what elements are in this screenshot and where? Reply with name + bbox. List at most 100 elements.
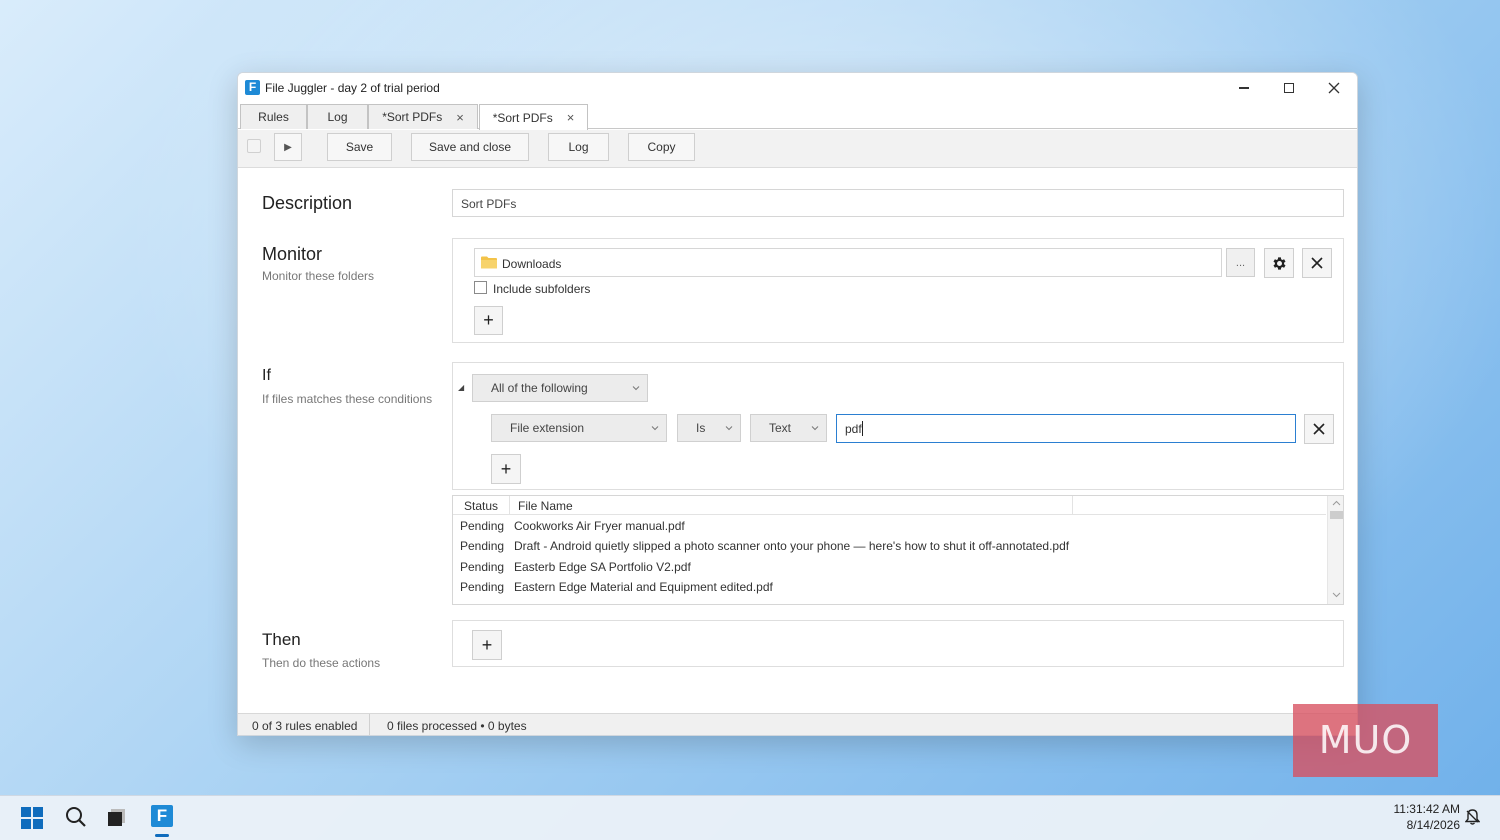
add-action-button[interactable]: + xyxy=(472,630,502,660)
clock-time: 11:31:42 AM xyxy=(1393,802,1461,816)
collapse-triangle-icon[interactable]: ◢ xyxy=(458,383,464,392)
tab-rules[interactable]: Rules xyxy=(240,104,307,129)
clock-date: 8/14/2026 xyxy=(1406,818,1460,832)
file-list-row[interactable]: Pending Easterb Edge SA Portfolio V2.pdf xyxy=(453,557,1326,577)
remove-folder-button[interactable] xyxy=(1302,248,1332,278)
file-name: Eastern Edge Material and Equipment edit… xyxy=(514,580,773,594)
save-button[interactable]: Save xyxy=(327,133,392,161)
file-list-row[interactable]: Pending Draft - Android quietly slipped … xyxy=(453,536,1326,556)
taskbar: F 11:31:42 AM 8/14/2026 xyxy=(0,795,1500,840)
watermark-text: MUO xyxy=(1318,718,1413,762)
description-title: Description xyxy=(262,193,353,213)
status-bar: 0 of 3 rules enabled 0 files processed •… xyxy=(238,713,1357,735)
condition-operator-value: Is xyxy=(696,421,706,435)
chevron-down-icon xyxy=(651,426,659,431)
column-header-file-name[interactable]: File Name xyxy=(518,499,573,513)
file-status: Pending xyxy=(460,560,505,574)
tab-bar: Rules Log *Sort PDFs × *Sort PDFs × xyxy=(238,103,1357,154)
close-window-button[interactable] xyxy=(1314,77,1354,99)
browse-label: ... xyxy=(1235,256,1246,269)
tab-sort-pdfs-2[interactable]: *Sort PDFs × xyxy=(479,104,588,130)
include-subfolders-checkbox[interactable] xyxy=(474,281,487,294)
file-name: Cookworks Air Fryer manual.pdf xyxy=(514,519,685,533)
tab-log[interactable]: Log xyxy=(307,104,368,129)
save-and-close-button[interactable]: Save and close xyxy=(411,133,529,161)
windows-start-icon[interactable] xyxy=(21,807,43,829)
if-subtitle: If files matches these conditions xyxy=(262,392,433,406)
plus-icon: + xyxy=(500,458,512,479)
toolbar: ▶ Save Save and close Log Copy xyxy=(238,130,1357,168)
condition-value: pdf xyxy=(845,422,862,436)
browse-folder-button[interactable]: ... xyxy=(1226,248,1255,277)
close-icon xyxy=(1313,423,1325,435)
monitor-folder-field[interactable]: Downloads xyxy=(474,248,1222,277)
status-divider xyxy=(369,714,370,735)
monitor-title: Monitor xyxy=(262,244,323,264)
task-view-icon[interactable] xyxy=(108,808,126,826)
condition-type-dropdown[interactable]: Text xyxy=(750,414,827,442)
tab-close-icon[interactable]: × xyxy=(567,110,575,125)
scroll-down-icon[interactable] xyxy=(1332,592,1341,598)
active-app-indicator xyxy=(155,834,169,837)
file-list-header: Status File Name xyxy=(453,496,1326,515)
condition-group-value: All of the following xyxy=(491,381,588,395)
close-icon xyxy=(1328,82,1340,94)
minimize-icon xyxy=(1239,87,1249,89)
notification-bell-icon[interactable] xyxy=(1465,809,1480,825)
scroll-up-icon[interactable] xyxy=(1332,500,1341,506)
clock[interactable]: 11:31:42 AM 8/14/2026 xyxy=(1380,801,1461,833)
maximize-button[interactable] xyxy=(1269,77,1309,99)
file-juggler-window: F File Juggler - day 2 of trial period R… xyxy=(237,72,1358,736)
maximize-icon xyxy=(1284,83,1294,93)
condition-field-value: File extension xyxy=(510,421,585,435)
files-processed-status: 0 files processed • 0 bytes xyxy=(387,719,527,733)
scrollbar-thumb[interactable] xyxy=(1330,511,1343,519)
file-list-row[interactable]: Pending Eastern Edge Material and Equipm… xyxy=(453,577,1326,597)
condition-group-dropdown[interactable]: All of the following xyxy=(472,374,648,402)
play-icon: ▶ xyxy=(284,141,292,153)
chevron-down-icon xyxy=(725,426,733,431)
condition-operator-dropdown[interactable]: Is xyxy=(677,414,741,442)
muo-watermark: MUO xyxy=(1293,704,1438,777)
search-icon[interactable] xyxy=(65,806,87,828)
file-status: Pending xyxy=(460,539,505,553)
condition-value-input[interactable]: pdf xyxy=(836,414,1296,443)
then-title: Then xyxy=(262,630,301,649)
column-divider xyxy=(1072,496,1073,515)
chevron-down-icon xyxy=(632,386,640,391)
close-icon xyxy=(1311,257,1323,269)
add-condition-button[interactable]: + xyxy=(491,454,521,484)
column-header-status[interactable]: Status xyxy=(464,499,498,513)
gear-icon xyxy=(1272,256,1286,270)
minimize-button[interactable] xyxy=(1224,77,1264,99)
window-title: File Juggler - day 2 of trial period xyxy=(265,81,440,95)
description-value: Sort PDFs xyxy=(461,197,517,211)
file-juggler-taskbar-icon[interactable]: F xyxy=(151,805,173,827)
run-button[interactable]: ▶ xyxy=(274,133,302,161)
file-status: Pending xyxy=(460,519,505,533)
column-divider xyxy=(509,496,510,515)
remove-condition-button[interactable] xyxy=(1304,414,1334,444)
monitor-subtitle: Monitor these folders xyxy=(262,269,375,283)
if-title: If xyxy=(262,367,271,384)
monitor-folder-name: Downloads xyxy=(502,257,562,271)
file-list-row[interactable]: Pending Cookworks Air Fryer manual.pdf xyxy=(453,516,1326,536)
copy-button[interactable]: Copy xyxy=(628,133,695,161)
add-folder-button[interactable]: + xyxy=(474,306,503,335)
condition-field-dropdown[interactable]: File extension xyxy=(491,414,667,442)
tab-label: *Sort PDFs xyxy=(382,110,443,124)
tab-label: Rules xyxy=(258,110,289,124)
tab-sort-pdfs-1[interactable]: *Sort PDFs × xyxy=(368,104,478,129)
stop-button[interactable] xyxy=(247,139,261,153)
monitor-panel: Downloads ... Include subfolders + xyxy=(452,238,1344,343)
tab-label: *Sort PDFs xyxy=(492,110,553,125)
description-input[interactable]: Sort PDFs xyxy=(452,189,1344,217)
actions-panel: + xyxy=(452,620,1344,667)
folder-settings-button[interactable] xyxy=(1264,248,1294,278)
folder-icon xyxy=(481,256,497,269)
title-bar: F File Juggler - day 2 of trial period xyxy=(238,73,1357,103)
log-button[interactable]: Log xyxy=(548,133,609,161)
matching-files-list[interactable]: Status File Name Pending Cookworks Air F… xyxy=(452,495,1344,605)
file-list-scrollbar[interactable] xyxy=(1327,496,1343,604)
tab-close-icon[interactable]: × xyxy=(456,110,464,125)
